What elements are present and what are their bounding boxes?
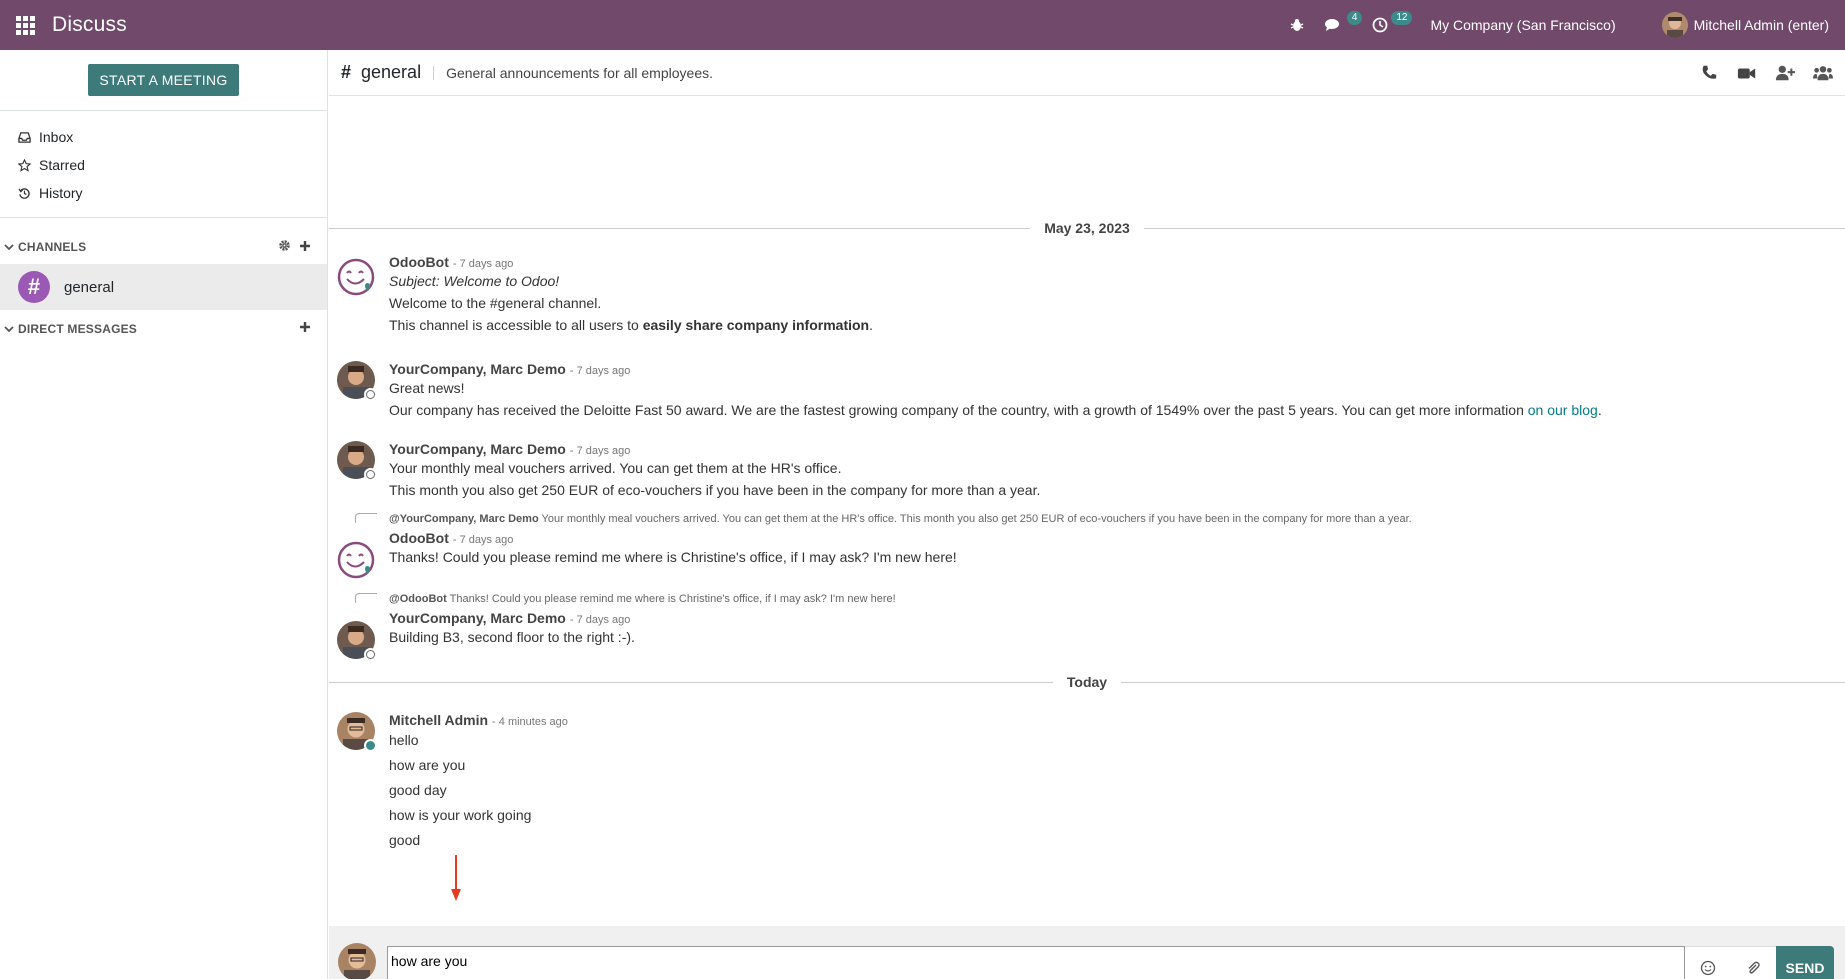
- status-offline-icon: [364, 388, 377, 401]
- gear-icon[interactable]: [278, 239, 291, 252]
- reply-reference[interactable]: @OdooBot Thanks! Could you please remind…: [389, 593, 896, 605]
- company-name: My Company (San Francisco): [1430, 17, 1616, 33]
- messages-menu[interactable]: 4: [1314, 0, 1363, 50]
- message-text: good day: [389, 782, 447, 798]
- star-icon: [18, 158, 31, 172]
- message-text: good: [389, 832, 421, 848]
- members-icon[interactable]: [1813, 64, 1833, 82]
- message-author[interactable]: OdooBot: [389, 254, 449, 270]
- composer: how are you SEND: [329, 926, 1845, 979]
- clock-icon: [1373, 17, 1388, 33]
- channels-category[interactable]: CHANNELS: [0, 232, 327, 262]
- video-camera-icon[interactable]: [1737, 64, 1757, 82]
- thread-view: # general General announcements for all …: [329, 50, 1845, 979]
- message-text: This channel is accessible to all users …: [389, 317, 873, 333]
- phone-icon[interactable]: [1699, 64, 1719, 82]
- message-time: - 7 days ago: [569, 445, 631, 457]
- sidebar-item-general[interactable]: # general: [0, 264, 327, 310]
- message-author[interactable]: YourCompany, Marc Demo: [389, 441, 566, 457]
- blog-link[interactable]: on our blog: [1528, 402, 1598, 418]
- user-menu[interactable]: Mitchell Admin (enter): [1646, 0, 1845, 50]
- date-separator: Today: [329, 672, 1845, 692]
- marc-demo-avatar[interactable]: [337, 621, 377, 661]
- add-dm-icon[interactable]: [299, 321, 311, 333]
- paperclip-icon[interactable]: [1745, 960, 1761, 976]
- direct-messages-category[interactable]: DIRECT MESSAGES: [0, 314, 327, 344]
- message-time: - 7 days ago: [452, 258, 514, 270]
- message-text: hello: [389, 732, 419, 748]
- marc-demo-avatar[interactable]: [337, 441, 377, 481]
- sidebar-item-history[interactable]: History: [0, 179, 327, 207]
- activities-menu[interactable]: 12: [1362, 0, 1413, 50]
- date-separator: May 23, 2023: [329, 218, 1845, 238]
- odoobot-avatar[interactable]: [337, 258, 375, 296]
- inbox-icon: [18, 131, 31, 143]
- send-button[interactable]: SEND: [1776, 946, 1834, 979]
- annotation-arrow-icon: [451, 855, 461, 901]
- status-online-icon: [364, 739, 377, 752]
- message-time: - 7 days ago: [569, 614, 631, 626]
- odoobot-avatar[interactable]: [337, 541, 375, 579]
- composer-tools: [1685, 946, 1777, 979]
- status-offline-icon: [364, 648, 377, 661]
- message-time: - 4 minutes ago: [492, 716, 568, 728]
- chevron-down-icon: [4, 244, 14, 251]
- message-list: May 23, 2023 OdooBot - 7 days ago Subject…: [329, 96, 1845, 926]
- message-time: - 7 days ago: [452, 534, 514, 546]
- marc-demo-avatar[interactable]: [337, 361, 377, 401]
- chevron-down-icon: [4, 326, 14, 333]
- discuss-sidebar: START A MEETING Inbox Starred History CH…: [0, 50, 328, 979]
- messages-badge: 4: [1346, 11, 1363, 25]
- message-author[interactable]: OdooBot: [389, 530, 449, 546]
- user-name: Mitchell Admin (enter): [1693, 17, 1829, 33]
- add-channel-icon[interactable]: [299, 240, 311, 252]
- sidebar-item-label: Starred: [39, 157, 85, 173]
- channels-title: CHANNELS: [18, 240, 87, 254]
- app-title: Discuss: [52, 13, 127, 36]
- sidebar-item-inbox[interactable]: Inbox: [0, 123, 327, 151]
- chat-icon: [1325, 19, 1340, 31]
- user-avatar: [1661, 12, 1688, 38]
- message-author[interactable]: Mitchell Admin: [389, 712, 488, 728]
- message-input[interactable]: how are you: [387, 946, 1685, 979]
- status-offline-icon: [364, 468, 377, 481]
- thread-name[interactable]: general: [361, 62, 421, 83]
- message-text: This month you also get 250 EUR of eco-v…: [389, 482, 1041, 498]
- thread-header: # general General announcements for all …: [329, 50, 1845, 96]
- channel-name: general: [64, 278, 115, 296]
- hash-icon: #: [341, 62, 352, 82]
- mailbox-list: Inbox Starred History: [0, 111, 327, 218]
- message-text: how is your work going: [389, 807, 532, 823]
- message-subject: Subject: Welcome to Odoo!: [389, 273, 560, 289]
- message-text: Building B3, second floor to the right :…: [389, 629, 635, 645]
- dm-title: DIRECT MESSAGES: [18, 322, 138, 336]
- message-author[interactable]: YourCompany, Marc Demo: [389, 610, 566, 626]
- start-meeting-button[interactable]: START A MEETING: [88, 64, 239, 96]
- sidebar-item-label: Inbox: [39, 129, 74, 145]
- apps-menu-icon[interactable]: [0, 0, 50, 50]
- composer-avatar: [338, 943, 376, 979]
- channel-avatar: #: [18, 271, 50, 303]
- sidebar-item-label: History: [39, 185, 83, 201]
- message-text: Our company has received the Deloitte Fa…: [389, 402, 1602, 418]
- message-author[interactable]: YourCompany, Marc Demo: [389, 361, 566, 377]
- thread-description[interactable]: General announcements for all employees.: [446, 65, 713, 81]
- message-text: Welcome to the #general channel.: [389, 295, 602, 311]
- message-text: Thanks! Could you please remind me where…: [389, 549, 957, 565]
- emoji-icon[interactable]: [1700, 960, 1716, 976]
- message-text: Your monthly meal vouchers arrived. You …: [389, 460, 842, 476]
- debug-icon[interactable]: [1280, 0, 1314, 50]
- company-switcher[interactable]: My Company (San Francisco): [1412, 0, 1645, 50]
- activities-badge: 12: [1391, 11, 1413, 25]
- message-text: Great news!: [389, 380, 465, 396]
- sidebar-item-starred[interactable]: Starred: [0, 151, 327, 179]
- mitchell-admin-avatar[interactable]: [337, 712, 377, 752]
- history-icon: [18, 187, 30, 199]
- top-navbar: Discuss 4 12 My Company (San Francisco) …: [0, 0, 1845, 50]
- message-time: - 7 days ago: [569, 365, 631, 377]
- message-text: how are you: [389, 757, 466, 773]
- reply-reference[interactable]: @YourCompany, Marc Demo Your monthly mea…: [389, 513, 1412, 525]
- add-user-icon[interactable]: [1775, 64, 1795, 82]
